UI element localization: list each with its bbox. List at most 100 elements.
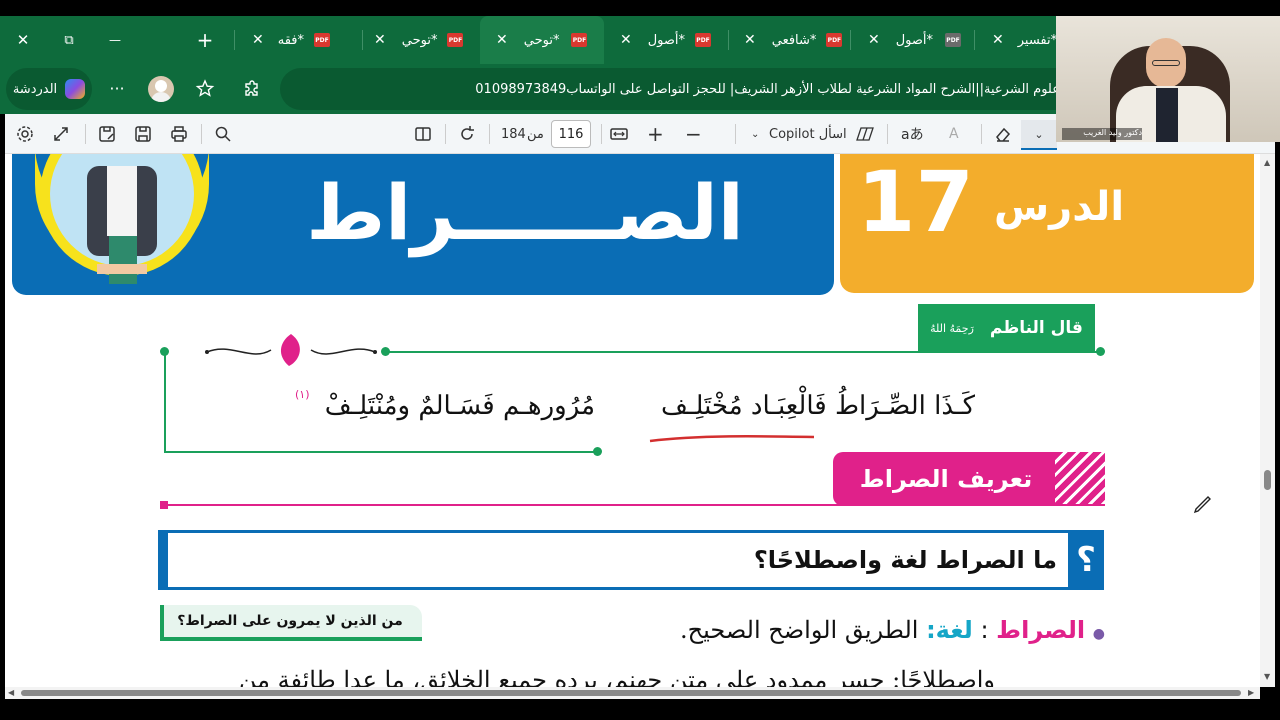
section-rule-end bbox=[160, 501, 168, 509]
pdf-icon: PDF bbox=[314, 33, 330, 47]
scroll-down-icon[interactable]: ▼ bbox=[1264, 672, 1270, 681]
lesson-number: 17 bbox=[857, 154, 974, 251]
eraser-icon[interactable] bbox=[993, 122, 1013, 146]
verse-frame-left bbox=[164, 351, 166, 453]
question-box-edge bbox=[158, 530, 168, 590]
chat-label: الدردشة bbox=[12, 81, 58, 97]
definition-term: الصراط bbox=[996, 616, 1086, 644]
webcam-caption: دكتور وليد الغريب bbox=[1062, 128, 1142, 140]
favorites-icon[interactable] bbox=[194, 78, 216, 100]
tab-title: *أصول bbox=[647, 32, 686, 48]
page-view-icon[interactable] bbox=[413, 122, 433, 146]
horizontal-scroll-thumb[interactable] bbox=[21, 690, 1241, 696]
frame-dot bbox=[160, 347, 169, 356]
lesson-label: الدرس bbox=[993, 184, 1125, 230]
lesson-title: الصــــــراط bbox=[306, 168, 744, 257]
tab-title: *توحي bbox=[401, 32, 438, 48]
nazim-honorific: رَحِمَهُ اللهُ bbox=[930, 321, 974, 335]
more-button[interactable]: ··· bbox=[104, 76, 130, 102]
tab-title: *توحي bbox=[523, 32, 560, 48]
tab-title: *شافعي bbox=[771, 32, 817, 48]
restore-window-button[interactable]: ⧉ bbox=[52, 16, 86, 64]
ask-copilot-button[interactable]: اسأل Copilot bbox=[769, 122, 847, 146]
tab-7[interactable]: ✕ *فقه PDF bbox=[246, 16, 364, 64]
verse-second-half: مُرُورهـم فَسَـالمٌ ومُنْتَلِـفْ bbox=[324, 391, 595, 421]
vertical-scrollbar[interactable]: ▲ ▼ bbox=[1260, 154, 1275, 687]
definition-line: ● الصراط : لغة: الطريق الواضح الصحيح. bbox=[680, 608, 1105, 652]
scroll-right-icon[interactable]: ▶ bbox=[1248, 688, 1254, 697]
close-tab-icon[interactable]: ✕ bbox=[992, 32, 1004, 48]
restore-icon: ⧉ bbox=[64, 32, 74, 48]
tab-6[interactable]: ✕ *توحي PDF bbox=[370, 16, 480, 64]
pdf-page: الصــــــراط 17 الدرس رَحِمَهُ اللهُ قال… bbox=[5, 154, 1260, 687]
frame-dot bbox=[1096, 347, 1105, 356]
pdf-icon: PDF bbox=[447, 33, 464, 47]
character-illustration bbox=[35, 154, 209, 294]
close-tab-icon[interactable]: ✕ bbox=[744, 32, 756, 48]
pdf-icon: PDF bbox=[571, 33, 588, 47]
section-rule bbox=[165, 504, 1105, 506]
close-icon: ✕ bbox=[16, 31, 30, 49]
save-as-icon[interactable] bbox=[97, 122, 117, 146]
close-tab-icon[interactable]: ✕ bbox=[620, 32, 632, 48]
side-note: من الذين لا يمرون على الصراط؟ bbox=[177, 613, 403, 629]
horizontal-scrollbar[interactable]: ◀ ▶ bbox=[5, 687, 1260, 699]
zoom-in-button[interactable]: + bbox=[647, 122, 664, 146]
nazim-label-box: رَحِمَهُ اللهُ قال الناظم bbox=[918, 304, 1095, 352]
search-icon[interactable] bbox=[213, 122, 233, 146]
page-number-input[interactable]: 116 bbox=[551, 120, 591, 148]
page-total: 184 bbox=[501, 126, 526, 142]
fullscreen-icon[interactable] bbox=[51, 122, 71, 146]
url-field[interactable]: علوم الشرعية||الشرح المواد الشرعية لطلاب… bbox=[280, 68, 1080, 110]
settings-icon[interactable] bbox=[15, 122, 35, 146]
text-size-button[interactable]: A bbox=[949, 122, 959, 146]
draw-dropdown[interactable]: ⌄ bbox=[1021, 120, 1057, 150]
ask-copilot-label: اسأل Copilot bbox=[769, 126, 847, 142]
definition-lang-label: لغة: bbox=[926, 616, 973, 644]
scroll-left-icon[interactable]: ◀ bbox=[8, 688, 14, 697]
extensions-icon[interactable] bbox=[240, 78, 262, 100]
copilot-chat-button[interactable]: الدردشة bbox=[6, 68, 92, 110]
nazim-label: قال الناظم bbox=[989, 318, 1083, 338]
pdf-icon: PDF bbox=[945, 33, 962, 47]
close-tab-icon[interactable]: ✕ bbox=[496, 32, 508, 48]
question-mark-icon: ؟ bbox=[1068, 530, 1104, 590]
close-tab-icon[interactable]: ✕ bbox=[252, 32, 264, 48]
chevron-down-icon[interactable]: ⌄ bbox=[751, 122, 759, 146]
tab-title: *فقه bbox=[277, 32, 304, 48]
close-tab-icon[interactable]: ✕ bbox=[374, 32, 386, 48]
scroll-up-icon[interactable]: ▲ bbox=[1264, 158, 1270, 167]
webcam-overlay: دكتور وليد الغريب bbox=[1056, 16, 1280, 142]
close-tab-icon[interactable]: ✕ bbox=[868, 32, 880, 48]
print-icon[interactable] bbox=[169, 122, 189, 146]
minimize-window-button[interactable]: — bbox=[98, 16, 132, 64]
tab-title: *تفسير bbox=[1017, 32, 1056, 48]
tab-2[interactable]: ✕ *أصول PDF bbox=[860, 16, 972, 64]
vertical-scroll-thumb[interactable] bbox=[1264, 470, 1271, 490]
zoom-out-button[interactable]: − bbox=[685, 122, 702, 146]
save-icon[interactable] bbox=[133, 122, 153, 146]
verse-footnote: (١) bbox=[295, 388, 310, 401]
close-window-button[interactable]: ✕ bbox=[6, 16, 40, 64]
next-definition-line: واصطلاحًا: جسر ممدود على متن جهنم، يرده … bbox=[238, 666, 995, 687]
tab-title: *أصول bbox=[895, 32, 934, 48]
section-title: تعريف الصراط bbox=[859, 465, 1033, 493]
chevron-down-icon: ⌄ bbox=[1034, 127, 1044, 141]
new-tab-button[interactable]: + bbox=[188, 16, 222, 64]
profile-avatar[interactable] bbox=[148, 76, 174, 102]
minimize-icon: — bbox=[109, 33, 121, 47]
rotate-icon[interactable] bbox=[457, 122, 477, 146]
copilot-toolbar-icon[interactable] bbox=[855, 122, 875, 146]
plus-icon: + bbox=[196, 28, 214, 52]
tab-4[interactable]: ✕ *أصول PDF bbox=[612, 16, 724, 64]
read-aloud-button[interactable]: aあ bbox=[901, 122, 924, 146]
frame-dot bbox=[593, 447, 602, 456]
url-text: علوم الشرعية||الشرح المواد الشرعية لطلاب… bbox=[475, 81, 1060, 97]
frame-dot bbox=[381, 347, 390, 356]
pen-cursor-icon bbox=[1191, 492, 1215, 516]
fit-width-icon[interactable] bbox=[609, 122, 629, 146]
tab-5-active[interactable]: ✕ *توحي PDF bbox=[480, 16, 604, 64]
tab-3[interactable]: ✕ *شافعي PDF bbox=[736, 16, 848, 64]
tab-1[interactable]: ✕ *تفسير bbox=[984, 16, 1056, 64]
definition-colon: : bbox=[980, 616, 989, 644]
